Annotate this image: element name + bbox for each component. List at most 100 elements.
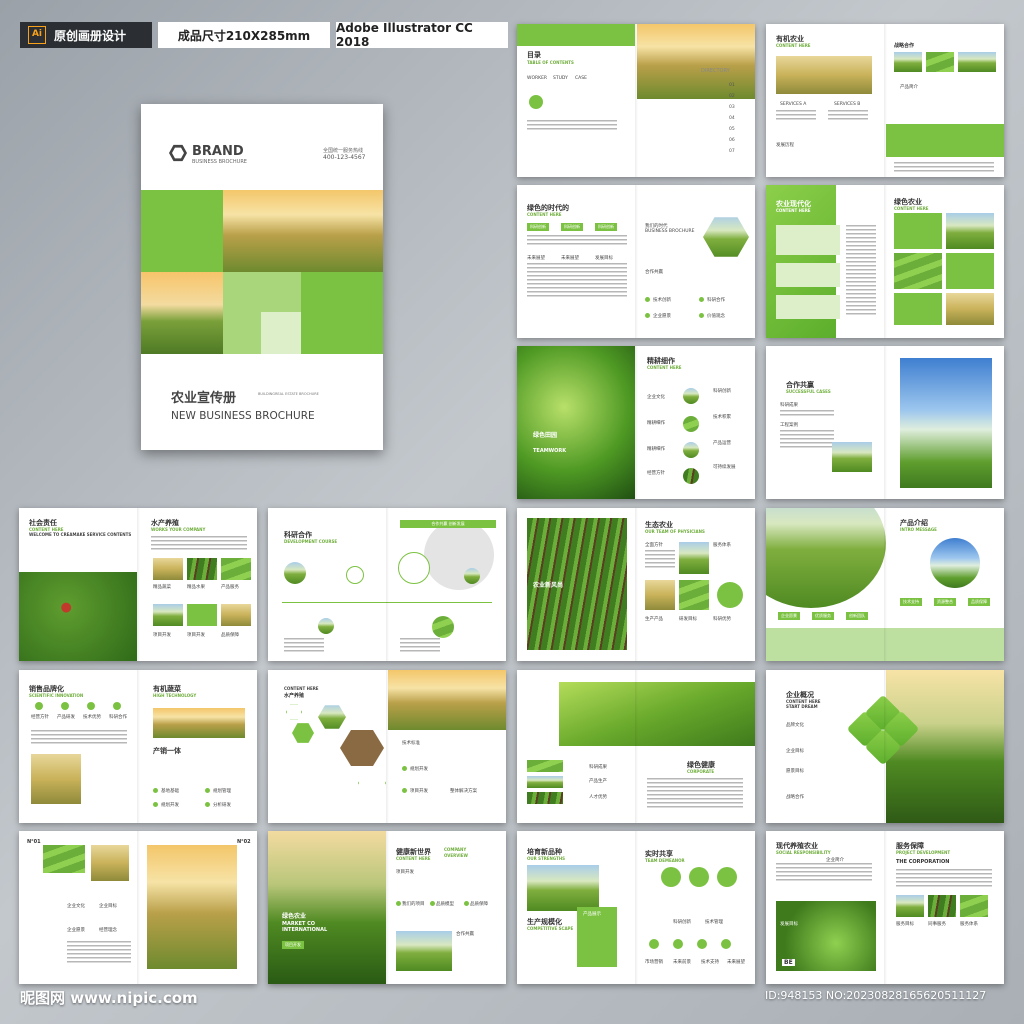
photo-hay-bale: [147, 845, 237, 969]
label: 科研创新: [561, 223, 583, 231]
label: 科研合作: [707, 298, 725, 303]
label: 经营理念: [99, 928, 117, 933]
toc-label: WORKER: [527, 76, 548, 81]
label: 服务体系: [960, 922, 978, 927]
spread-green-era: 绿色的时代的 CONTENT HERE 科研创新 科研创新 科研创新 未来展望 …: [517, 185, 755, 338]
spread-product-intro: 产品介绍 INTRO MESSAGE 企业愿景 优质服务 创新团队 技术支持 资…: [766, 508, 1004, 661]
spread-sub2: START DREAM: [786, 704, 818, 709]
dot-icon: [699, 297, 704, 302]
overlay-sub: MARKET CO INTERNATIONAL: [282, 921, 328, 933]
page-number: N°01: [27, 839, 41, 845]
spread-sub: CONTENT HERE: [396, 856, 431, 861]
spread-sales-branding: 销售品牌化 SCIENTIFIC INNOVATION 经营方针 产品研发 技术…: [19, 670, 257, 823]
spread-sub: INTRO MESSAGE: [900, 527, 937, 532]
cover-title-en: NEW BUSINESS BROCHURE: [171, 410, 315, 422]
label: 生产产品: [645, 617, 663, 622]
label: 品质保障: [470, 902, 488, 907]
spread-sub: COMPETITIVE SCAPE: [527, 926, 574, 931]
spread-green-health: 科研成果 产品生产 人才优势 绿色健康 CORPORATE: [517, 670, 755, 823]
label: 科研成果: [589, 765, 607, 770]
label: 未来展望: [561, 256, 579, 261]
label: SERVICES B: [834, 102, 861, 107]
toc-photo: [637, 24, 755, 99]
dot-icon: [205, 802, 210, 807]
label: 项目开发: [153, 633, 171, 638]
spread-sub: SOCIAL RESPONSIBILITY: [776, 850, 831, 855]
label: 科研创新: [673, 920, 691, 925]
photo-apples: [19, 572, 137, 661]
label: 企业文化: [67, 904, 85, 909]
label: 创新团队: [846, 612, 868, 620]
label: 产品研发: [57, 715, 75, 720]
label: 优质服务: [812, 612, 834, 620]
spread-sub: CORPORATE: [687, 769, 715, 774]
toc-label: CASE: [575, 76, 587, 81]
label: 企业愿景: [778, 612, 800, 620]
label: 战略合作: [786, 795, 804, 800]
toc-directory: DIRECTORY: [701, 68, 730, 74]
label: 企业愿景: [67, 928, 85, 933]
spread-sub: CONTENT HERE: [647, 365, 682, 370]
spread-organic-farming: 有机农业 CONTENT HERE SERVICES A SERVICES B …: [766, 24, 1004, 177]
label: 技术标准: [402, 741, 420, 746]
label: 合作共赢: [456, 932, 474, 937]
label: 项目开发: [410, 789, 428, 794]
dot-icon: [153, 802, 158, 807]
spread-sub: CONTENT HERE: [776, 208, 811, 213]
label: 企业目标: [786, 749, 804, 754]
cover-title-sub: BUILDINGREAL ESTATE BROCHURE: [258, 392, 319, 396]
dot-icon: [464, 901, 469, 906]
label: 精耕细作: [647, 447, 665, 452]
toc-label: STUDY: [553, 76, 568, 81]
tag-design-type: Ai 原创画册设计: [20, 22, 152, 48]
label: 人才优势: [589, 795, 607, 800]
label: 经营方针: [647, 471, 665, 476]
label: 服务体系: [713, 543, 731, 548]
label: 品牌文化: [786, 723, 804, 728]
spread-title: 水产养殖: [284, 693, 305, 699]
label: 规划开发: [410, 767, 428, 772]
dot-icon: [645, 313, 650, 318]
photo-irrigation: [886, 670, 1004, 823]
label: 产品运营: [713, 441, 731, 446]
spread-sub: COMPANY: [444, 847, 467, 852]
product-box-label: 产品展示: [583, 912, 601, 917]
label: 品质保障: [968, 598, 990, 606]
spread-sub: OUR STRENGTHS: [527, 856, 566, 861]
spread-sub: WORKS YOUR COMPANY: [151, 527, 206, 532]
label: 项目开发: [396, 870, 414, 875]
watermark-id: ID:948153 NO:20230828165620511127: [765, 989, 987, 1002]
label: 发展历程: [776, 143, 794, 148]
label: 经营方针: [31, 715, 49, 720]
illustrator-icon: Ai: [28, 26, 46, 44]
spread-modern-breeding: 现代养殖农业 SOCIAL RESPONSIBILITY 企业简介 发展目标 B…: [766, 831, 1004, 984]
label: 精品水果: [187, 585, 205, 590]
spread-sub: SCIENTIFIC INNOVATION: [29, 693, 84, 698]
spread-sub: HIGH TECHNOLOGY: [153, 693, 197, 698]
label: 全面方针: [645, 543, 663, 548]
tag-size-label: 成品尺寸210X285mm: [177, 28, 311, 43]
spread-healthy-world: 绿色农业 MARKET CO INTERNATIONAL 项目开发 健康新世界 …: [268, 831, 506, 984]
dot-icon: [396, 901, 401, 906]
label: 规划开发: [161, 803, 179, 808]
label: 合作共赢: [645, 270, 663, 275]
label: 未来展望: [727, 960, 745, 965]
label: 同事服务: [928, 922, 946, 927]
label: 技术支持: [900, 598, 922, 606]
label: 未来前景: [673, 960, 691, 965]
label: 品质保障: [221, 633, 239, 638]
dot-icon: [430, 901, 435, 906]
research-bar: 合作共赢 创新发展: [400, 520, 496, 528]
label: 科研创新: [527, 223, 549, 231]
photo-leaves: [517, 346, 635, 499]
spread-aquaculture: CONTENT HERE 水产养殖 技术标准 规划开发 项目开发 整体解决方案: [268, 670, 506, 823]
spread-social-responsibility: 社会责任 CONTENT HERE WELCOME TO CREAMAKE SE…: [19, 508, 257, 661]
overlay-sub: TEAMWORK: [533, 448, 567, 454]
hotline-number: 400-123-4567: [323, 154, 366, 161]
dot-icon: [402, 788, 407, 793]
tag-software-label: Adobe Illustrator CC 2018: [336, 21, 473, 49]
label: 企业目标: [99, 904, 117, 909]
label: 市场营销: [645, 960, 663, 965]
label: 科研优势: [713, 617, 731, 622]
label: 科研创新: [713, 389, 731, 394]
